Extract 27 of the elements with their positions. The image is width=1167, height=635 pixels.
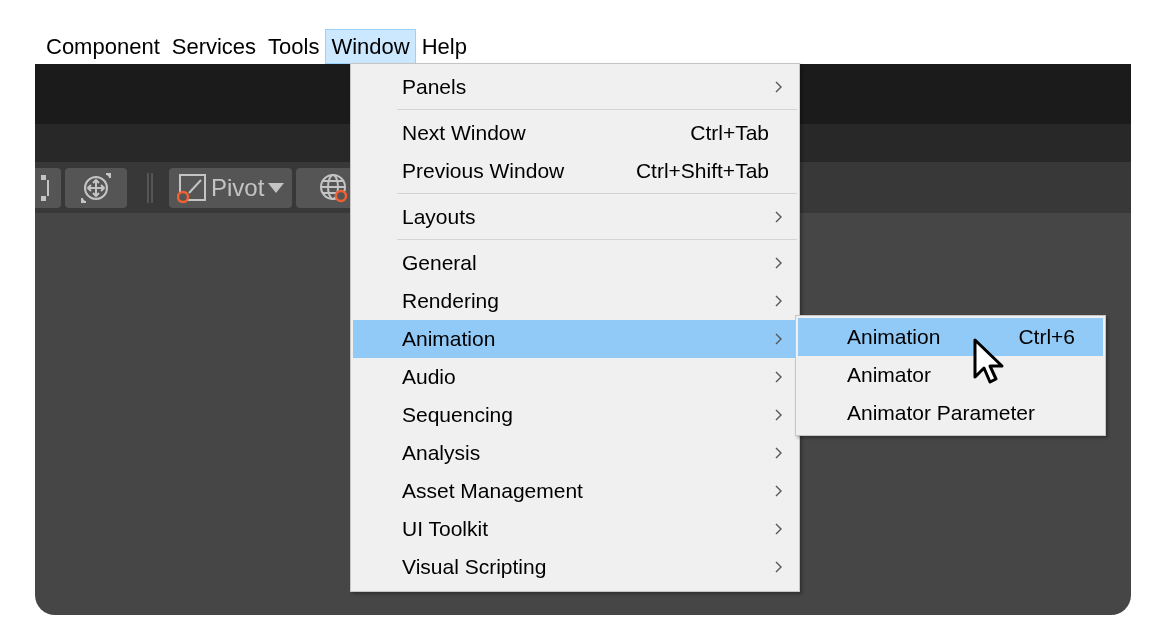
rect-tool-button[interactable] [35,167,61,208]
menu-item[interactable]: Rendering [353,282,797,320]
menu-item[interactable]: Layouts [353,198,797,236]
menu-item[interactable]: General [353,244,797,282]
toolbar-grip-icon [147,172,153,203]
menu-item[interactable]: Visual Scripting [353,548,797,586]
menu-bar-item[interactable]: Help [415,29,473,64]
menu-item[interactable]: Animator [798,356,1103,394]
menu-item[interactable]: Previous Window Ctrl+Shift+Tab [353,152,797,190]
menu-item[interactable]: Analysis [353,434,797,472]
menu-item[interactable]: Next Window Ctrl+Tab [353,114,797,152]
menu-item[interactable]: Animation Ctrl+6 [798,318,1103,356]
menu-bar-item[interactable]: Services [165,29,263,64]
menu-bar-item[interactable]: Tools [262,29,326,64]
pivot-dropdown[interactable]: Pivot [169,167,293,208]
menu-item[interactable]: Animator Parameter [798,394,1103,432]
pivot-icon [177,172,207,203]
caret-down-icon [268,182,285,193]
move-arrows-icon [80,171,112,204]
menu-item[interactable]: Animation [353,320,797,358]
menu-bar-item[interactable]: Window [325,29,416,64]
menu-item[interactable]: Sequencing [353,396,797,434]
menu-item[interactable]: Asset Management [353,472,797,510]
menu-item[interactable]: Audio [353,358,797,396]
menu-item[interactable]: UI Toolkit [353,510,797,548]
menu-bar-item[interactable]: Component [40,29,166,64]
transform-tool-button[interactable] [65,167,127,208]
